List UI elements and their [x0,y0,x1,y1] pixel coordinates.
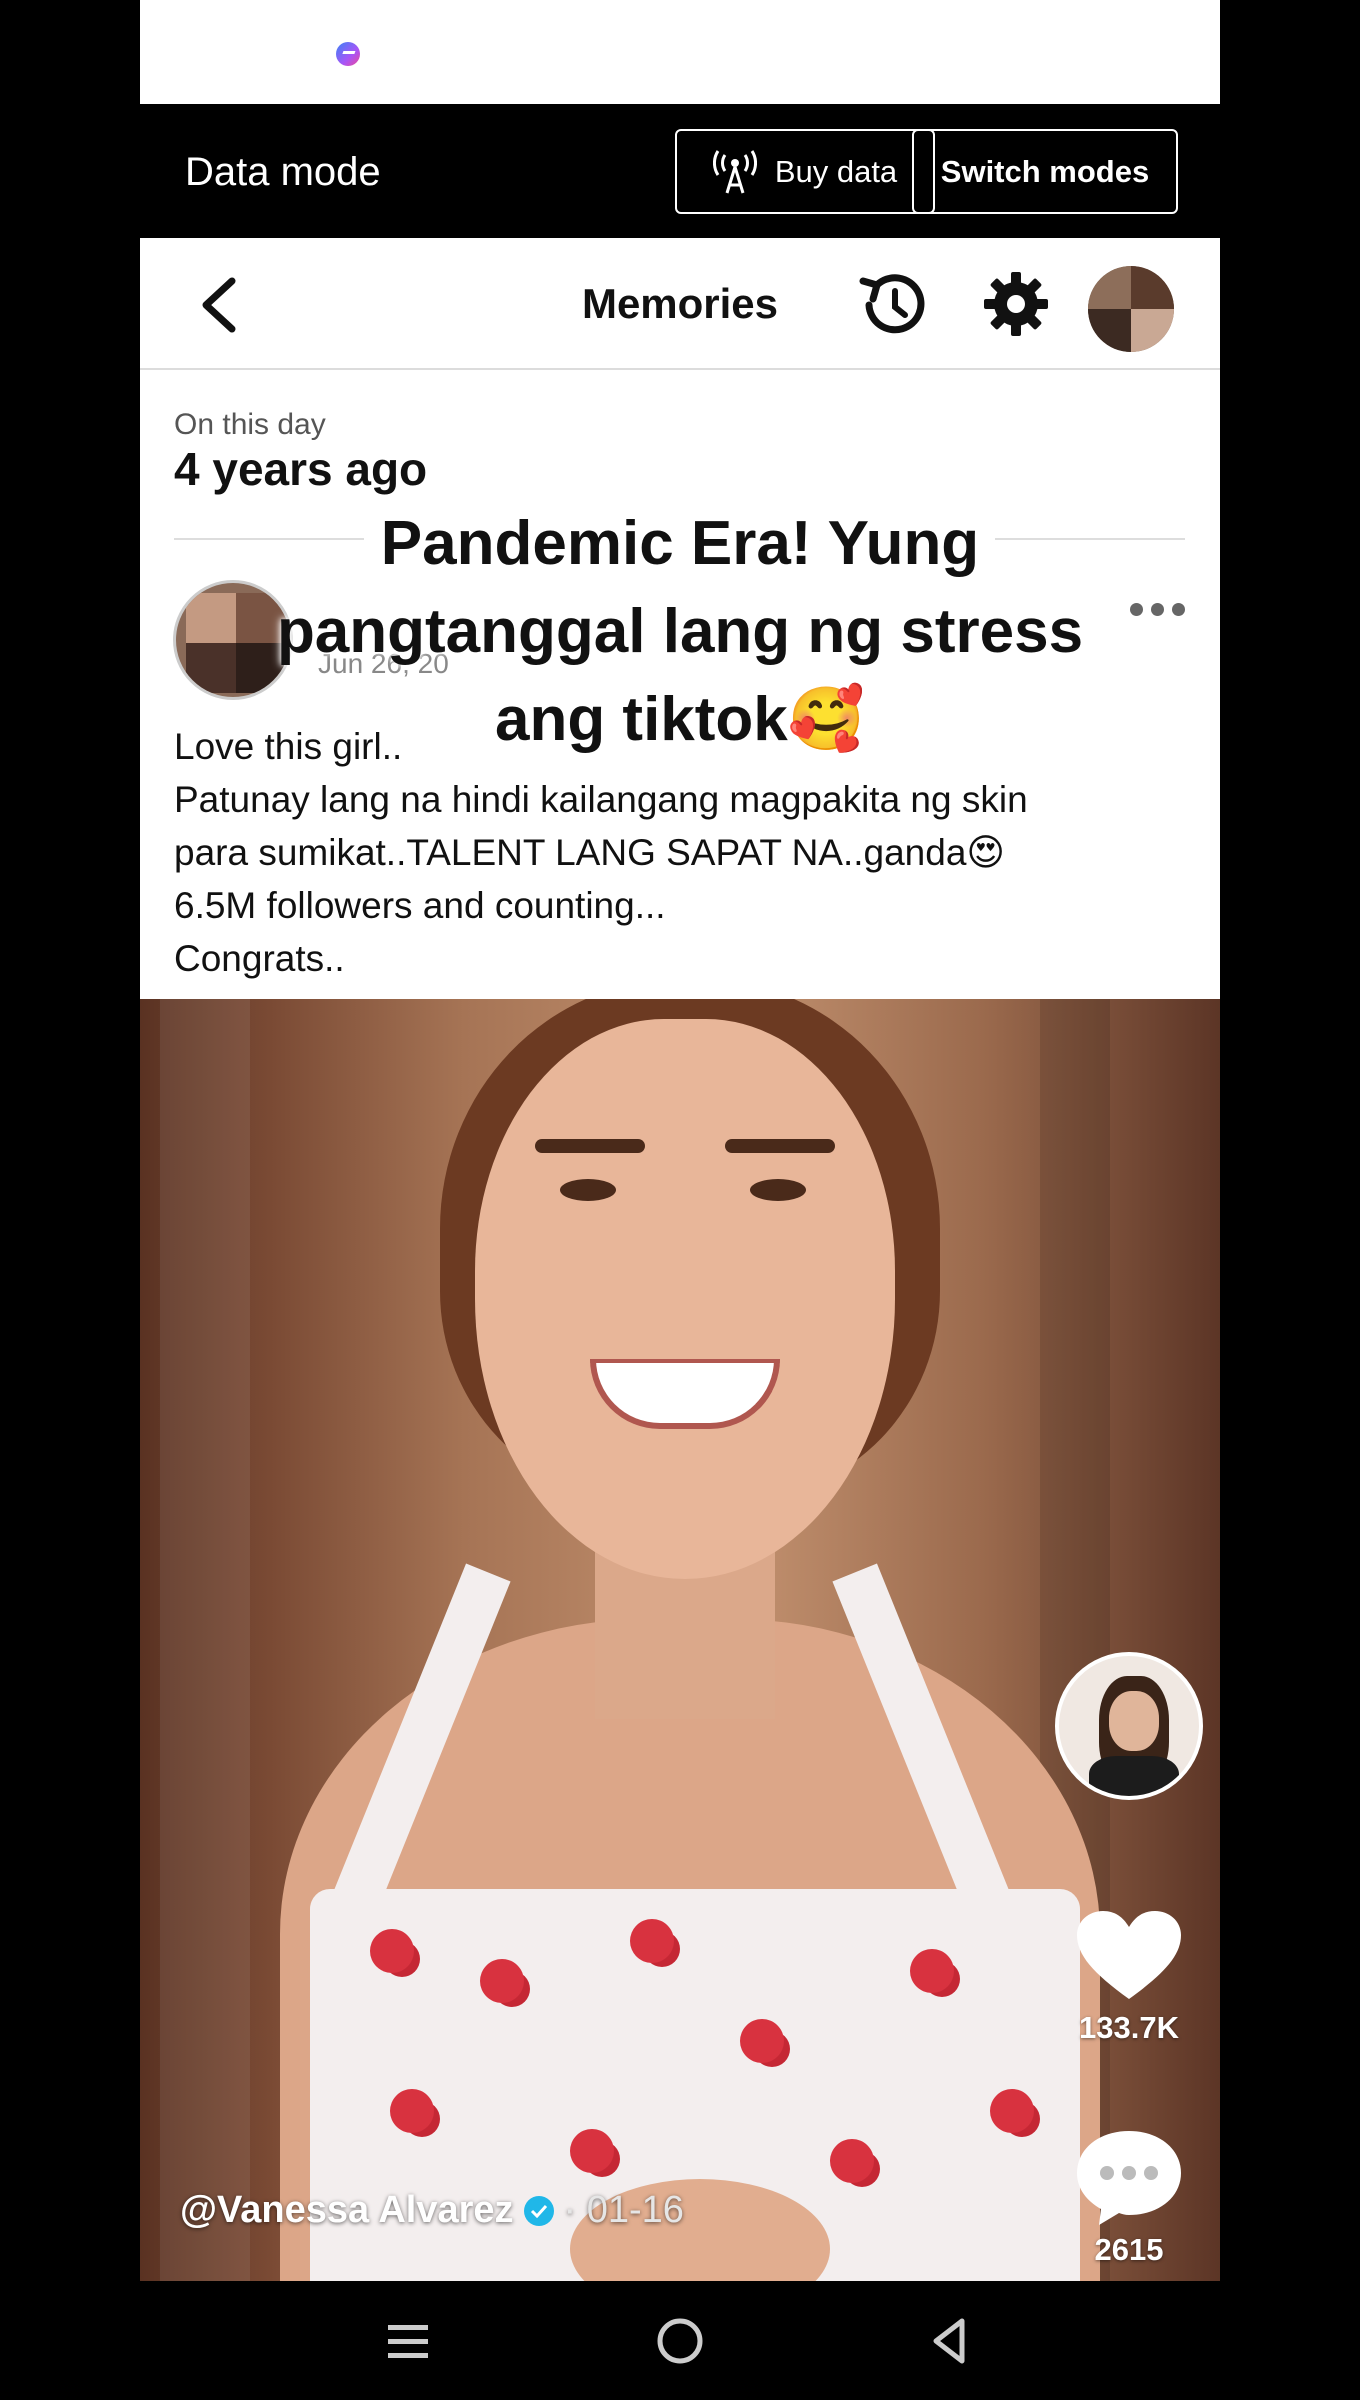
eye [560,1179,616,1201]
person-face [475,1019,895,1579]
history-icon[interactable] [855,267,931,343]
heart-icon [1077,1911,1181,1999]
recent-apps-icon[interactable] [378,2311,438,2371]
like-count: 133.7K [1079,2010,1179,2045]
post-text-line: 6.5M followers and counting... [174,885,666,926]
data-mode-bar: Data mode Buy data Switch modes [140,104,1220,238]
years-ago-label: 4 years ago [174,443,428,495]
verified-badge-icon [523,2195,554,2226]
system-nav-bar [0,2281,1360,2400]
comment-count: 2615 [1094,2232,1164,2267]
post-text: Love this girl.. Patunay lang na hindi k… [174,720,1194,985]
creator-avatar[interactable] [1055,1652,1203,1800]
creator-handle-text: @Vanessa Alvarez [180,2189,514,2231]
post-text-line: Love this girl.. [174,726,403,767]
comment-control[interactable]: 2615 [1073,2127,1185,2268]
data-mode-label: Data mode [185,150,381,194]
eye [750,1179,806,1201]
post-text-line: para sumikat..TALENT LANG SAPAT NA..gand… [174,832,1005,873]
caption-line: pangtanggal lang ng stress [276,597,1084,666]
curtain [160,999,250,2281]
like-control[interactable]: 133.7K [1073,1909,1185,2046]
switch-modes-button[interactable]: Switch modes [912,129,1178,214]
home-icon[interactable] [650,2311,710,2371]
video-date: · 01-16 [563,2189,684,2231]
status-bar [140,0,1220,104]
caption-line: Pandemic Era! Yung [380,509,980,578]
antenna-icon [712,149,757,193]
page-title: Memories [581,280,779,327]
back-icon[interactable] [920,2311,980,2371]
on-this-day-label: On this day [174,408,326,441]
buy-data-button[interactable]: Buy data [675,129,935,214]
messenger-bubble-icon [336,42,360,66]
post-text-line: Patunay lang na hindi kailangang magpaki… [174,779,1028,820]
profile-avatar[interactable] [1088,266,1174,352]
video-player[interactable]: 133.7K 2615 535 @Vanessa Alvarez · 01-16 [140,999,1220,2281]
brow [535,1139,645,1153]
brow [725,1139,835,1153]
comment-bubble-icon [1077,2131,1181,2225]
post-text-line: Congrats.. [174,938,345,979]
gear-icon[interactable] [980,268,1052,340]
buy-data-label: Buy data [774,153,898,189]
creator-handle[interactable]: @Vanessa Alvarez · 01-16 [180,2189,684,2232]
memories-screen: Memories On this day 4 years ago Jun 26,… [140,238,1220,2281]
app-header: Memories [140,238,1220,370]
